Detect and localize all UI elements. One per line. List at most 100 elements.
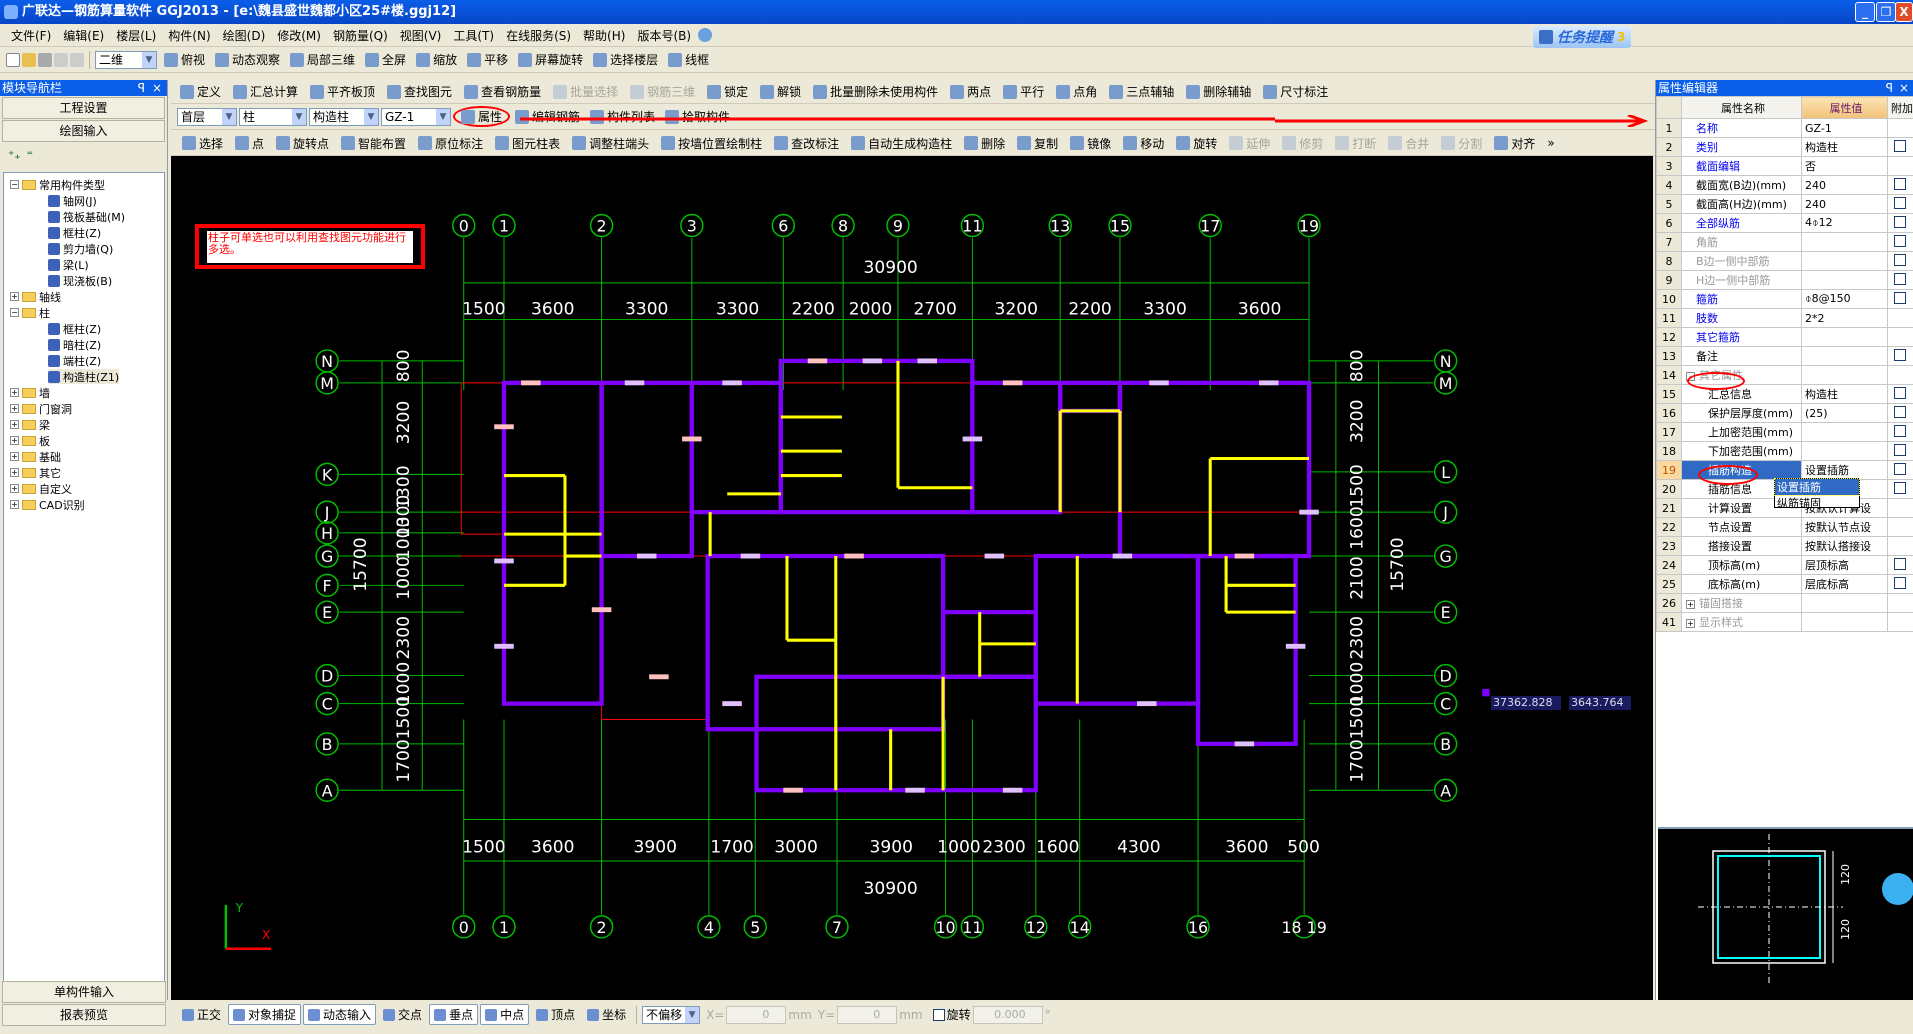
property-value[interactable]: 设置插筋 bbox=[1802, 461, 1888, 480]
tool-button[interactable]: 查看钢筋量 bbox=[459, 82, 546, 101]
expand-icon[interactable]: + bbox=[10, 484, 19, 493]
new-file-icon[interactable] bbox=[6, 53, 20, 67]
property-row[interactable]: 26+锚固搭接 bbox=[1657, 594, 1913, 613]
x-offset-input[interactable]: 0 bbox=[726, 1006, 786, 1024]
menu-item[interactable]: 帮助(H) bbox=[578, 27, 630, 44]
tree-item[interactable]: 筏板基础(M) bbox=[48, 209, 125, 224]
extra-checkbox[interactable] bbox=[1894, 482, 1906, 494]
property-row[interactable]: 1名称GZ-1 bbox=[1657, 119, 1913, 138]
tool-button[interactable]: 查改标注 bbox=[769, 134, 844, 153]
expand-icon[interactable]: + bbox=[10, 292, 19, 301]
tree-item[interactable]: 框柱(Z) bbox=[48, 225, 101, 240]
tree-item[interactable]: +自定义 bbox=[10, 481, 72, 496]
tool-button[interactable]: 旋转 bbox=[1171, 134, 1222, 153]
extra-checkbox[interactable] bbox=[1894, 140, 1906, 152]
tool-button[interactable]: 全屏 bbox=[360, 50, 411, 69]
tool-button[interactable]: 调整柱端头 bbox=[567, 134, 654, 153]
tool-button[interactable]: 平齐板顶 bbox=[305, 82, 380, 101]
tool-button[interactable]: 选择楼层 bbox=[588, 50, 663, 69]
property-value[interactable]: 2*2 bbox=[1802, 309, 1888, 328]
property-row[interactable]: 10箍筋⌽8@150 bbox=[1657, 290, 1913, 309]
collapse-icon[interactable]: − bbox=[10, 308, 19, 317]
property-row[interactable]: 9H边一侧中部筋 bbox=[1657, 271, 1913, 290]
property-value[interactable]: 否 bbox=[1802, 157, 1888, 176]
expand-icon[interactable]: + bbox=[10, 500, 19, 509]
tool-button[interactable]: 智能布置 bbox=[336, 134, 411, 153]
property-row[interactable]: 24顶标高(m)层顶标高 bbox=[1657, 556, 1913, 575]
extra-checkbox[interactable] bbox=[1894, 292, 1906, 304]
property-value[interactable] bbox=[1802, 233, 1888, 252]
property-row[interactable]: 12其它箍筋 bbox=[1657, 328, 1913, 347]
tool-button[interactable]: 锁定 bbox=[702, 82, 753, 101]
property-value[interactable]: 240 bbox=[1802, 176, 1888, 195]
property-row[interactable]: 2类别构造柱 bbox=[1657, 138, 1913, 157]
tree-item[interactable]: +梁 bbox=[10, 417, 50, 432]
tool-button[interactable]: 自动生成构造柱 bbox=[846, 134, 957, 153]
extra-checkbox[interactable] bbox=[1894, 425, 1906, 437]
tool-button[interactable]: 动态观察 bbox=[210, 50, 285, 69]
snap-toggle[interactable]: 正交 bbox=[177, 1004, 226, 1025]
tree-item[interactable]: 现浇板(B) bbox=[48, 273, 112, 288]
tool-button[interactable]: 平移 bbox=[462, 50, 513, 69]
tool-button[interactable]: 解锁 bbox=[755, 82, 806, 101]
property-value[interactable] bbox=[1802, 366, 1888, 385]
pin-icon[interactable]: ꟼ bbox=[1886, 80, 1893, 96]
extra-checkbox[interactable] bbox=[1894, 387, 1906, 399]
tool-button[interactable]: 缩放 bbox=[411, 50, 462, 69]
property-row[interactable]: 19插筋构造设置插筋 bbox=[1657, 461, 1913, 480]
menu-item[interactable]: 修改(M) bbox=[272, 27, 326, 44]
extra-checkbox[interactable] bbox=[1894, 463, 1906, 475]
extra-checkbox[interactable] bbox=[1894, 577, 1906, 589]
tool-button[interactable]: 删除 bbox=[959, 134, 1010, 153]
property-value[interactable]: 层顶标高 bbox=[1802, 556, 1888, 575]
snap-toggle[interactable]: 垂点 bbox=[429, 1004, 478, 1025]
close-icon[interactable]: × bbox=[152, 80, 162, 96]
tool-button[interactable]: 尺寸标注 bbox=[1258, 82, 1333, 101]
menu-item[interactable]: 钢筋量(Q) bbox=[328, 27, 393, 44]
component-select[interactable]: GZ-1▼ bbox=[381, 108, 451, 126]
restore-button[interactable]: ❐ bbox=[1876, 2, 1896, 22]
collapse-icon[interactable]: − bbox=[10, 180, 19, 189]
extra-checkbox[interactable] bbox=[1894, 235, 1906, 247]
property-row[interactable]: 41+显示样式 bbox=[1657, 613, 1913, 632]
insert-rebar-dropdown[interactable]: 设置插筋 纵筋锚固 bbox=[1774, 478, 1860, 508]
floor-plan[interactable]: 01236891113151719012457101112141618 19NM… bbox=[171, 156, 1653, 1000]
task-reminder-button[interactable]: 任务提醒 3 bbox=[1533, 26, 1631, 48]
tool-button[interactable]: 定义 bbox=[175, 82, 226, 101]
collapse-all-icon[interactable]: ⁼ bbox=[27, 148, 33, 162]
expand-icon[interactable]: + bbox=[10, 468, 19, 477]
expand-icon[interactable]: + bbox=[10, 404, 19, 413]
extra-checkbox[interactable] bbox=[1894, 197, 1906, 209]
snap-toggle[interactable]: 交点 bbox=[378, 1004, 427, 1025]
tool-button[interactable]: 旋转点 bbox=[271, 134, 334, 153]
property-value[interactable]: 4⌽12 bbox=[1802, 214, 1888, 233]
dropdown-option[interactable]: 纵筋锚固 bbox=[1775, 495, 1859, 511]
property-value[interactable] bbox=[1802, 347, 1888, 366]
y-offset-input[interactable]: 0 bbox=[837, 1006, 897, 1024]
menu-item[interactable]: 视图(V) bbox=[395, 27, 447, 44]
property-value[interactable]: GZ-1 bbox=[1802, 119, 1888, 138]
open-file-icon[interactable] bbox=[22, 53, 36, 67]
snap-toggle[interactable]: 动态输入 bbox=[303, 1004, 376, 1025]
property-value[interactable]: 按默认搭接设 bbox=[1802, 537, 1888, 556]
snap-toggle[interactable]: 中点 bbox=[480, 1004, 529, 1025]
tool-button[interactable]: 对齐 bbox=[1489, 134, 1540, 153]
nav-single-input[interactable]: 单构件输入 bbox=[2, 981, 166, 1003]
tool-button[interactable]: 批量选择 bbox=[548, 82, 623, 101]
tool-button[interactable]: 打断 bbox=[1330, 134, 1381, 153]
menu-item[interactable]: 绘图(D) bbox=[218, 27, 271, 44]
offset-mode-select[interactable]: 不偏移▼ bbox=[642, 1006, 700, 1024]
extra-checkbox[interactable] bbox=[1894, 273, 1906, 285]
property-value[interactable] bbox=[1802, 328, 1888, 347]
type-select[interactable]: 构造柱▼ bbox=[309, 108, 379, 126]
tool-button[interactable]: 镜像 bbox=[1065, 134, 1116, 153]
snap-toggle[interactable]: 坐标 bbox=[582, 1004, 631, 1025]
tool-button[interactable]: 属性 bbox=[453, 106, 510, 127]
tool-button[interactable]: 点角 bbox=[1051, 82, 1102, 101]
tool-button[interactable]: 复制 bbox=[1012, 134, 1063, 153]
tool-button[interactable]: 图元柱表 bbox=[490, 134, 565, 153]
minimize-button[interactable]: _ bbox=[1855, 2, 1875, 22]
tree-item[interactable]: 框柱(Z) bbox=[48, 321, 101, 336]
tree-item[interactable]: 构造柱(Z1) bbox=[48, 369, 119, 384]
menu-item[interactable]: 构件(N) bbox=[163, 27, 215, 44]
